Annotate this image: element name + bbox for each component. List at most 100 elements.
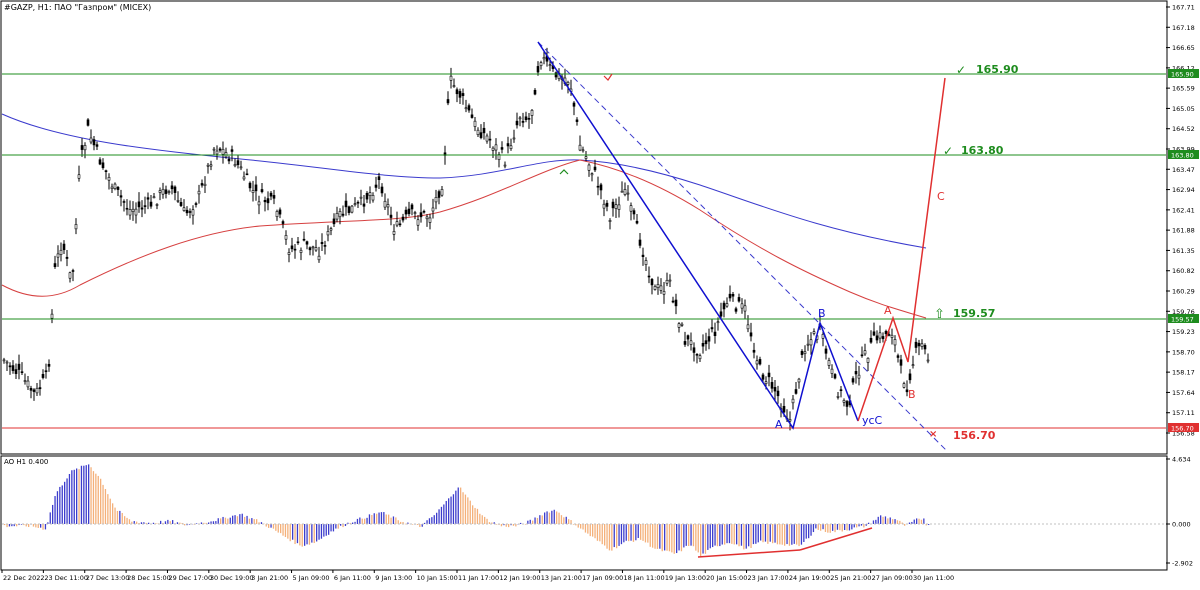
ao-bar bbox=[760, 524, 762, 541]
ao-bar bbox=[512, 524, 515, 526]
ao-bar bbox=[128, 519, 131, 524]
ao-bar bbox=[798, 524, 800, 547]
candle-body bbox=[536, 66, 540, 73]
candle-body bbox=[803, 351, 807, 354]
ao-bar bbox=[848, 524, 851, 531]
ao-bar bbox=[308, 524, 311, 545]
time-axis-label: 5 Jan 09:00 bbox=[293, 574, 330, 582]
ao-bar bbox=[630, 524, 632, 541]
ao-bar bbox=[529, 519, 531, 524]
candle-body bbox=[245, 173, 249, 176]
time-axis-label: 30 Dec 19:00 bbox=[210, 574, 254, 582]
chart-canvas[interactable]: #GAZP, H1: ПАО "Газпром" (MICEX) AO H1 0… bbox=[0, 0, 1200, 586]
ao-bar bbox=[121, 512, 123, 524]
candle-body bbox=[191, 209, 195, 216]
trading-chart[interactable]: #GAZP, H1: ПАО "Газпром" (MICEX) AO H1 0… bbox=[0, 0, 1200, 586]
candle-body bbox=[734, 308, 738, 312]
candle-body bbox=[80, 145, 84, 150]
time-axis-label: 30 Jan 11:00 bbox=[913, 574, 954, 582]
candle-body bbox=[776, 390, 780, 397]
candle-body bbox=[881, 336, 885, 340]
ao-bar bbox=[904, 524, 906, 526]
time-axis-label: 9 Jan 13:00 bbox=[375, 574, 412, 582]
candle-body bbox=[896, 355, 900, 358]
ao-bar bbox=[596, 524, 599, 541]
candle-body bbox=[647, 275, 651, 278]
ao-bar bbox=[534, 517, 536, 524]
ao-bar bbox=[116, 510, 119, 524]
candle-body bbox=[254, 184, 258, 192]
ao-bar bbox=[860, 524, 863, 526]
ao-bar bbox=[635, 524, 637, 541]
ao-bar bbox=[834, 524, 836, 533]
candle-body bbox=[14, 369, 18, 374]
ao-bar bbox=[580, 524, 582, 529]
ao-bar bbox=[316, 524, 318, 542]
candle-body bbox=[572, 102, 576, 107]
candle-body bbox=[416, 219, 420, 226]
candle-body bbox=[158, 190, 162, 193]
candle-body bbox=[830, 368, 834, 374]
ao-bar bbox=[776, 524, 779, 545]
ao-bar bbox=[726, 524, 728, 544]
ao-bar bbox=[323, 524, 325, 537]
candle-body bbox=[764, 381, 768, 385]
candle-body bbox=[656, 284, 660, 288]
candle-body bbox=[683, 341, 687, 345]
ao-bar bbox=[599, 524, 601, 542]
ao-bar bbox=[892, 519, 894, 524]
candle-body bbox=[608, 220, 612, 222]
ao-bar bbox=[757, 524, 759, 543]
price-axis-label: 161.88 bbox=[1172, 227, 1195, 235]
time-axis-label: 27 Dec 13:00 bbox=[86, 574, 130, 582]
candle-body bbox=[140, 207, 144, 210]
ao-bar bbox=[882, 516, 884, 524]
candle-body bbox=[797, 378, 801, 383]
candle-body bbox=[449, 75, 453, 81]
ao-bar bbox=[436, 512, 438, 524]
ao-bar bbox=[280, 524, 282, 534]
candle-body bbox=[854, 371, 858, 375]
candle-body bbox=[347, 206, 351, 213]
candle-body bbox=[743, 305, 747, 312]
ao-bar bbox=[361, 518, 363, 524]
ao-bar bbox=[558, 512, 560, 524]
ao-bar bbox=[220, 518, 222, 524]
time-axis-label: 13 Jan 21:00 bbox=[541, 574, 582, 582]
ao-bar bbox=[889, 517, 891, 524]
candle-body bbox=[926, 359, 930, 362]
ao-bar bbox=[16, 524, 18, 527]
ao-bar bbox=[200, 522, 203, 524]
ao-bar bbox=[395, 517, 397, 524]
candle-body bbox=[722, 302, 726, 310]
ao-bar bbox=[284, 524, 287, 538]
ao-bar bbox=[148, 522, 150, 524]
candle-body bbox=[275, 211, 279, 218]
ao-bar bbox=[472, 505, 474, 524]
candle-body bbox=[893, 339, 897, 346]
candle-body bbox=[566, 81, 570, 85]
ao-bar bbox=[688, 524, 690, 546]
candle-body bbox=[746, 324, 750, 330]
candle-body bbox=[155, 204, 159, 206]
candle-body bbox=[56, 253, 60, 258]
candle-body bbox=[599, 184, 603, 191]
ao-bar bbox=[916, 518, 918, 524]
ao-bar bbox=[416, 524, 419, 525]
ao-bar bbox=[752, 524, 755, 545]
ao-bar bbox=[448, 498, 450, 524]
price-badge: 156.70 bbox=[1171, 425, 1194, 433]
candle-body bbox=[518, 117, 522, 120]
time-axis-label: 23 Jan 17:00 bbox=[748, 574, 789, 582]
ao-bar bbox=[880, 515, 882, 524]
ao-bar bbox=[304, 524, 306, 546]
ao-bar bbox=[455, 490, 457, 524]
ao-bar bbox=[152, 522, 155, 524]
ao-bar bbox=[484, 516, 486, 524]
wave-label-red-b: B bbox=[908, 388, 916, 401]
candle-body bbox=[113, 183, 117, 189]
ao-bar bbox=[52, 504, 54, 524]
price-axis-label: 167.18 bbox=[1172, 24, 1195, 32]
ao-bar bbox=[246, 515, 248, 524]
ao-bar bbox=[251, 518, 253, 524]
